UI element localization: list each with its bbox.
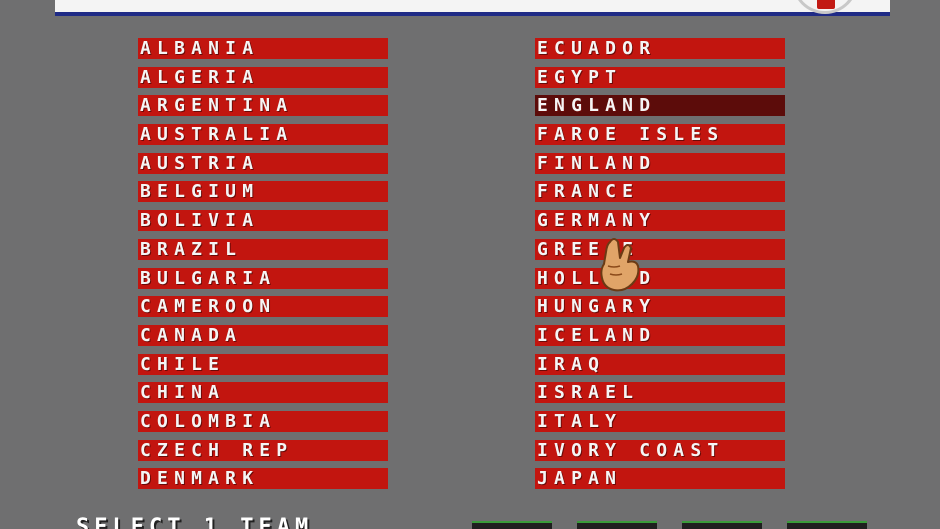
menu-button-4[interactable] [787, 521, 867, 529]
team-button-cameroon[interactable]: CAMEROON [138, 296, 388, 318]
team-button-australia[interactable]: AUSTRALIA [138, 124, 388, 146]
team-button-italy[interactable]: ITALY [535, 410, 785, 432]
team-button-czech-rep[interactable]: CZECH REP [138, 439, 388, 461]
team-button-finland[interactable]: FINLAND [535, 152, 785, 174]
team-button-argentina[interactable]: ARGENTINA [138, 95, 388, 117]
team-button-colombia[interactable]: COLOMBIA [138, 410, 388, 432]
team-list-right: ECUADOR EGYPT ENGLAND FAROE ISLES FINLAN… [535, 38, 785, 497]
team-button-holland[interactable]: HOLLAND [535, 267, 785, 289]
select-team-prompt: SELECT 1 TEAM [76, 515, 314, 529]
team-button-hungary[interactable]: HUNGARY [535, 296, 785, 318]
team-button-faroe-isles[interactable]: FAROE ISLES [535, 124, 785, 146]
pointing-hand-icon[interactable] [596, 236, 642, 294]
team-button-ivory-coast[interactable]: IVORY COAST [535, 439, 785, 461]
team-button-canada[interactable]: CANADA [138, 324, 388, 346]
team-button-denmark[interactable]: DENMARK [138, 468, 388, 490]
team-button-chile[interactable]: CHILE [138, 353, 388, 375]
team-button-algeria[interactable]: ALGERIA [138, 66, 388, 88]
menu-button-3[interactable] [682, 521, 762, 529]
team-button-egypt[interactable]: EGYPT [535, 66, 785, 88]
team-button-iceland[interactable]: ICELAND [535, 324, 785, 346]
team-button-japan[interactable]: JAPAN [535, 468, 785, 490]
team-button-bolivia[interactable]: BOLIVIA [138, 210, 388, 232]
team-button-england[interactable]: ENGLAND [535, 95, 785, 117]
team-list-left: ALBANIA ALGERIA ARGENTINA AUSTRALIA AUST… [138, 38, 388, 497]
team-button-bulgaria[interactable]: BULGARIA [138, 267, 388, 289]
team-button-belgium[interactable]: BELGIUM [138, 181, 388, 203]
team-button-france[interactable]: FRANCE [535, 181, 785, 203]
team-button-israel[interactable]: ISRAEL [535, 382, 785, 404]
team-button-albania[interactable]: ALBANIA [138, 38, 388, 59]
team-button-austria[interactable]: AUSTRIA [138, 152, 388, 174]
menu-button-2[interactable] [577, 521, 657, 529]
team-button-greece[interactable]: GREECE [535, 238, 785, 260]
bottom-bar: SELECT 1 TEAM [0, 512, 940, 529]
team-button-iraq[interactable]: IRAQ [535, 353, 785, 375]
team-button-brazil[interactable]: BRAZIL [138, 238, 388, 260]
menu-button-1[interactable] [472, 521, 552, 529]
team-button-germany[interactable]: GERMANY [535, 210, 785, 232]
top-banner [55, 0, 890, 16]
logo-badge-emblem [817, 0, 835, 9]
team-button-ecuador[interactable]: ECUADOR [535, 38, 785, 59]
team-button-china[interactable]: CHINA [138, 382, 388, 404]
